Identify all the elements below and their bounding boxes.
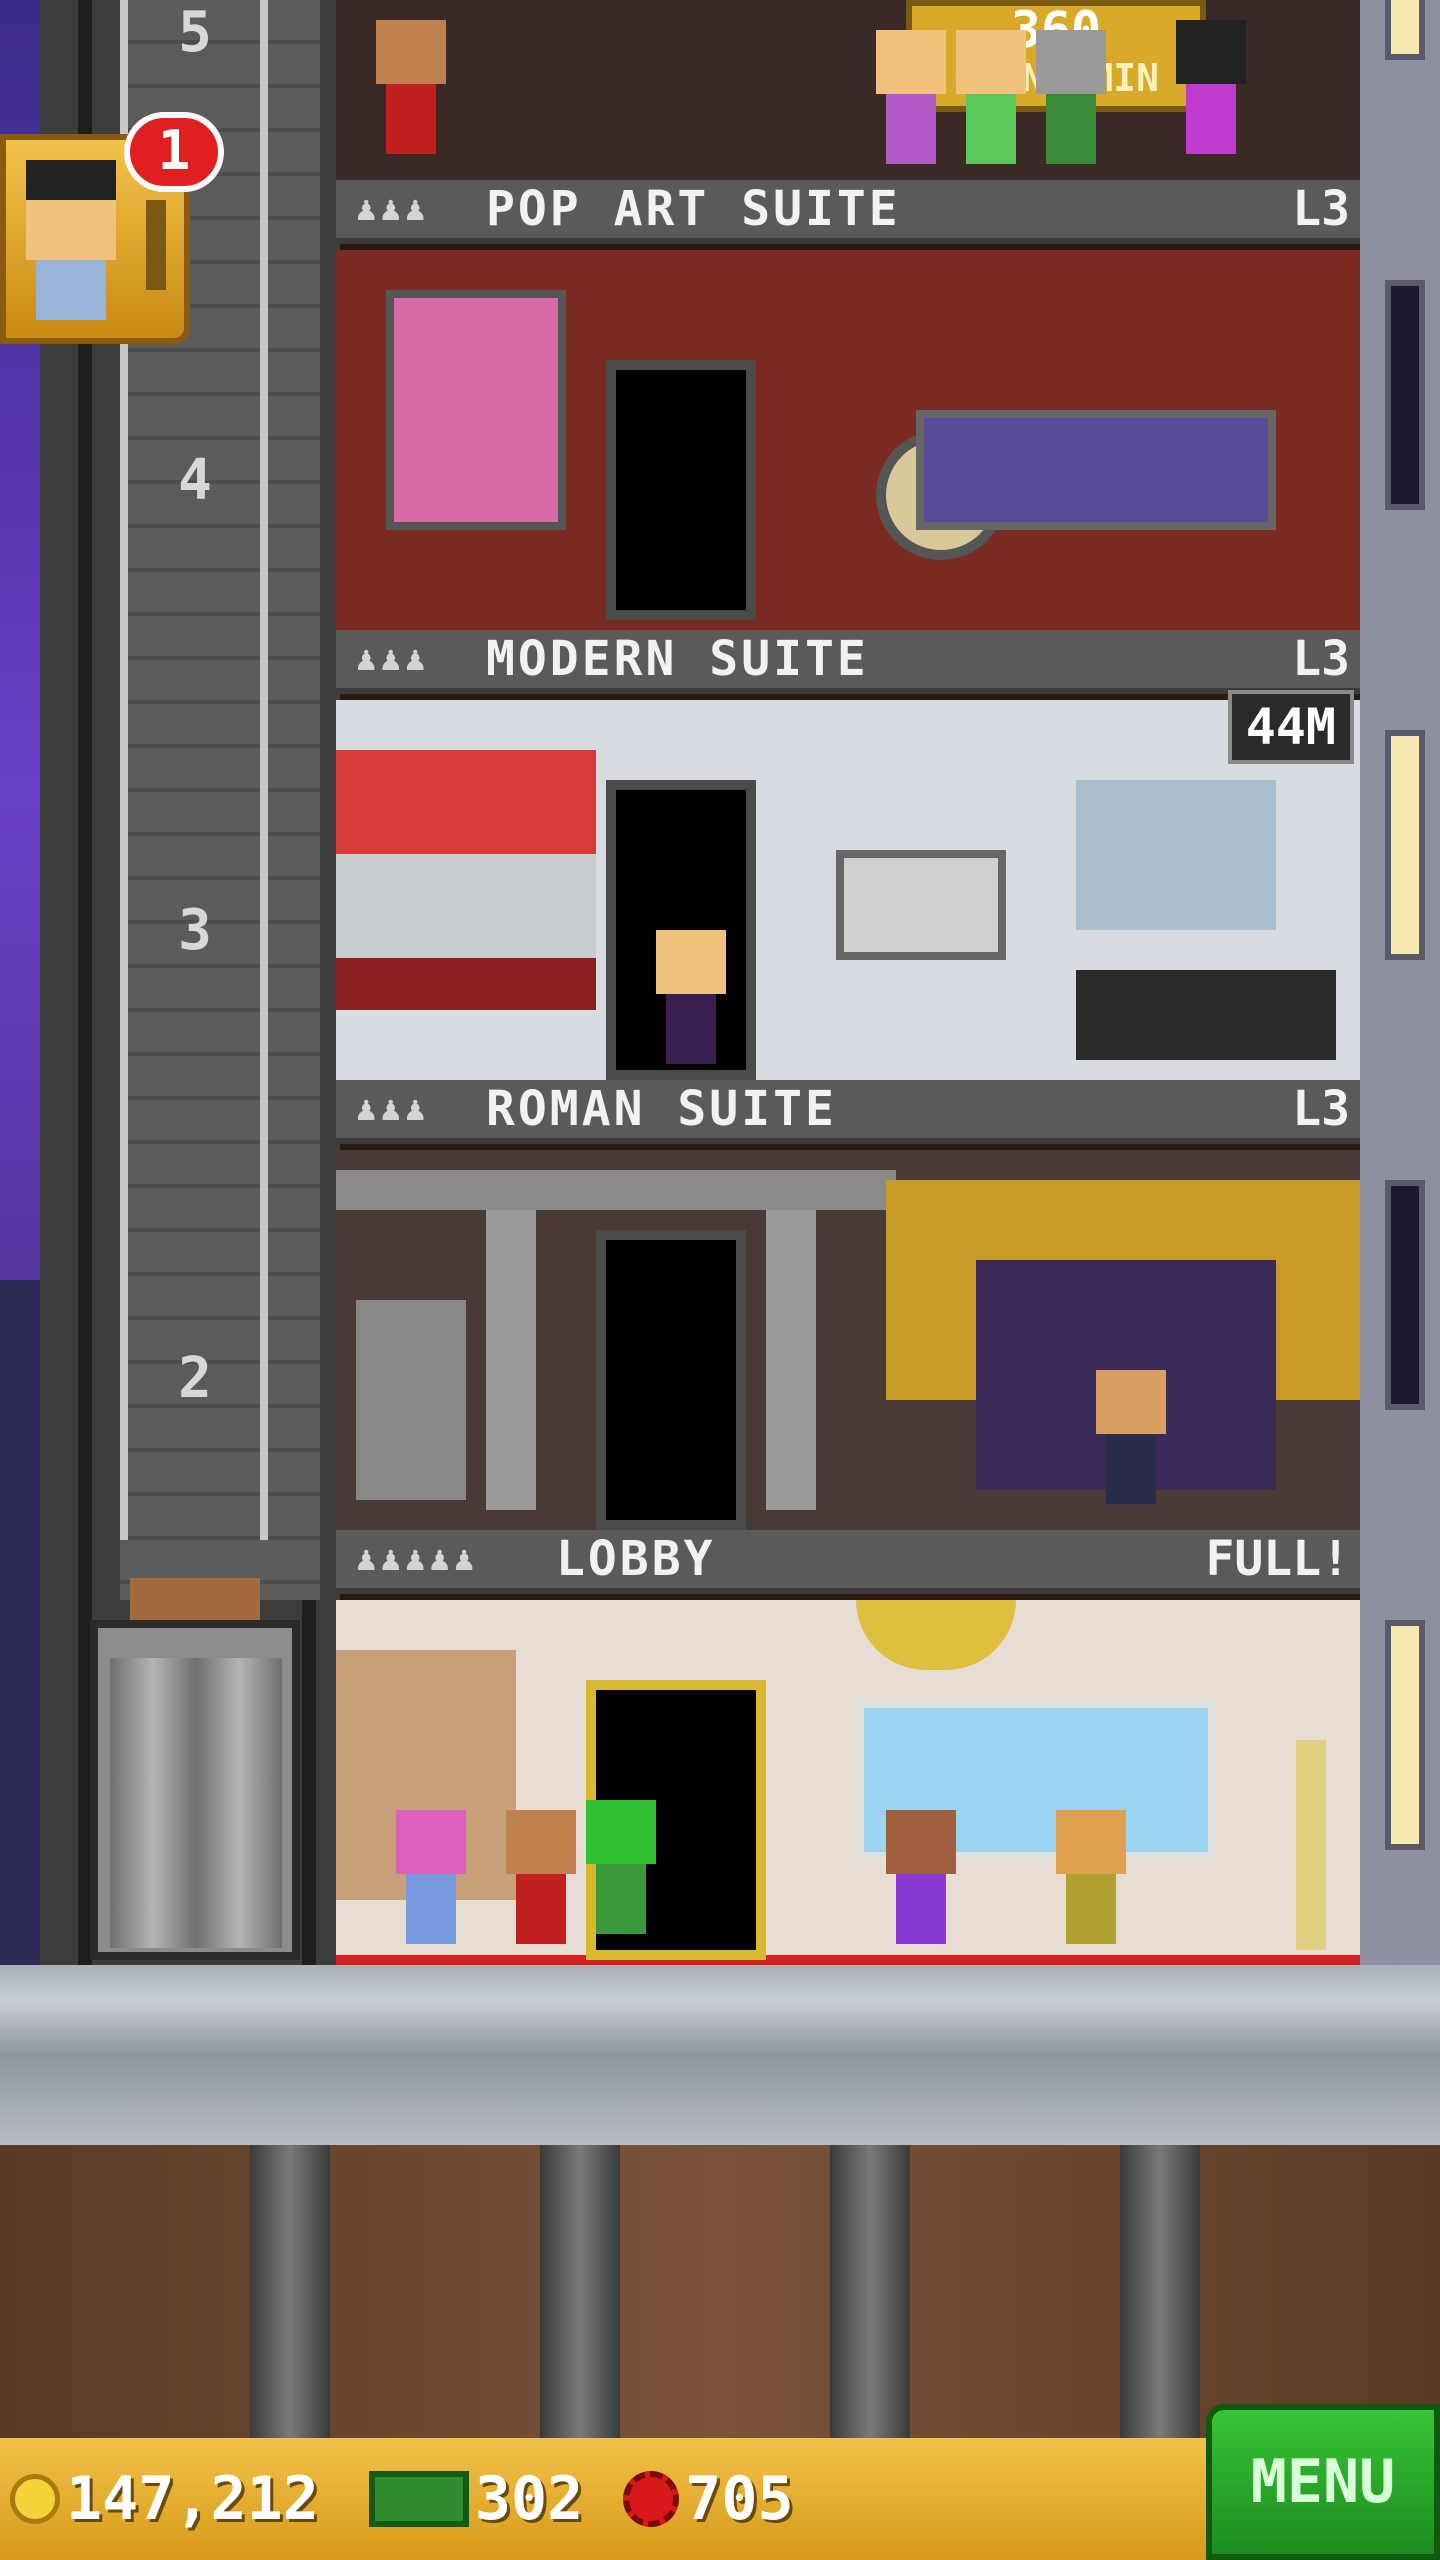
coins-value: 147,212 [66, 2464, 319, 2534]
floor-lamp [1296, 1740, 1326, 1950]
floor-name: ROMAN SUITE [486, 1081, 837, 1137]
window [1385, 280, 1425, 510]
elevator-car[interactable] [90, 1620, 300, 1960]
bux-icon [368, 2471, 469, 2527]
foundation-pillar [250, 2145, 330, 2445]
gems-counter[interactable]: 705 [593, 2464, 794, 2534]
resident-character[interactable] [876, 30, 946, 170]
floor-header: ♟♟♟♟♟ LOBBY FULL! [336, 1530, 1360, 1594]
ground-slab [0, 1965, 1440, 2145]
floor-modern-suite[interactable]: ♟♟♟ MODERN SUITE L3 44M [336, 630, 1360, 1080]
visitor-character[interactable] [886, 1810, 956, 1950]
room-interior [336, 700, 1360, 1080]
currency-hud: 147,212 302 705 [0, 2438, 1210, 2560]
floor-level: L3 [1292, 1081, 1350, 1137]
floor-number-5: 5 [178, 0, 212, 65]
window [1385, 1620, 1425, 1850]
occupancy-icons: ♟♟♟ [356, 189, 430, 229]
resident-character[interactable] [1036, 30, 1106, 170]
roman-statue [356, 1300, 466, 1500]
modern-wall-art [336, 750, 596, 1010]
room-interior [336, 250, 1360, 630]
pop-art-painting [386, 290, 566, 530]
floor-header: ♟♟♟ MODERN SUITE L3 [336, 630, 1360, 694]
roman-frieze [336, 1170, 896, 1210]
window [1385, 730, 1425, 960]
visitor-character[interactable] [396, 1810, 466, 1950]
static-tv [836, 850, 1006, 960]
floor-header: ♟♟♟ POP ART SUITE L3 [336, 180, 1360, 244]
floor-number-2: 2 [178, 1346, 212, 1411]
elevator-cable [260, 0, 268, 1540]
room-timer-badge[interactable]: 44M [1227, 690, 1354, 764]
bux-value: 302 [474, 2464, 584, 2534]
foundation-pillar [540, 2145, 620, 2445]
floor-header: ♟♟♟ ROMAN SUITE L3 [336, 1080, 1360, 1144]
tv-screen [916, 410, 1276, 530]
roman-column [766, 1210, 816, 1510]
resident-character[interactable] [1176, 20, 1246, 160]
occupancy-icons: ♟♟♟ [356, 639, 430, 679]
bellhop-character[interactable] [506, 1810, 576, 1950]
floor-status: FULL! [1205, 1531, 1351, 1587]
elevator-counterweight [130, 1578, 260, 1622]
roman-column [486, 1210, 536, 1510]
floor-lobby[interactable]: ♟♟♟♟♟ LOBBY FULL! [336, 1530, 1360, 1965]
notification-count-badge: 1 [124, 112, 224, 192]
modern-bed [1076, 970, 1336, 1060]
window [1385, 1180, 1425, 1410]
floor-number-3: 3 [178, 898, 212, 963]
resident-character[interactable] [656, 930, 726, 1070]
gem-icon [623, 2471, 680, 2527]
foundation-pillar [830, 2145, 910, 2445]
foundation-pillar [1120, 2145, 1200, 2445]
bellhop-character[interactable] [376, 20, 446, 160]
room-interior [336, 1150, 1360, 1530]
room-interior [336, 1600, 1360, 1965]
floor-name: POP ART SUITE [486, 181, 901, 237]
resident-character[interactable] [1096, 1370, 1166, 1510]
basement [0, 2145, 1440, 2445]
floor-name: MODERN SUITE [486, 631, 869, 687]
chandelier [856, 1600, 1016, 1670]
floor-number-4: 4 [178, 448, 212, 513]
floor-level: L3 [1292, 631, 1350, 687]
occupancy-icons: ♟♟♟♟♟ [356, 1539, 479, 1579]
window [1385, 0, 1425, 60]
room-door [596, 1230, 746, 1530]
vip-character-avatar [26, 160, 136, 320]
elevator-door-left [110, 1658, 196, 1948]
exclamation-icon [146, 200, 166, 290]
gems-value: 705 [685, 2464, 794, 2534]
visitor-character[interactable] [586, 1800, 656, 1940]
menu-button[interactable]: MENU [1206, 2404, 1440, 2560]
elevator-door-right [196, 1658, 282, 1948]
floor-5-room[interactable]: 360 COINS/MIN [336, 0, 1360, 180]
bux-counter[interactable]: 302 [329, 2464, 583, 2534]
floor-roman-suite[interactable]: ♟♟♟ ROMAN SUITE L3 [336, 1080, 1360, 1530]
coin-icon [10, 2474, 60, 2524]
modern-window [1076, 780, 1276, 930]
room-door [606, 360, 756, 620]
floor-name: LOBBY [556, 1531, 716, 1587]
occupancy-icons: ♟♟♟ [356, 1089, 430, 1129]
city-silhouette [0, 1280, 40, 1970]
coins-counter: 147,212 [10, 2464, 319, 2534]
visitor-character[interactable] [1056, 1810, 1126, 1950]
floor-pop-art-suite[interactable]: ♟♟♟ POP ART SUITE L3 [336, 180, 1360, 630]
resident-character[interactable] [956, 30, 1026, 170]
floor-level: L3 [1292, 181, 1350, 237]
